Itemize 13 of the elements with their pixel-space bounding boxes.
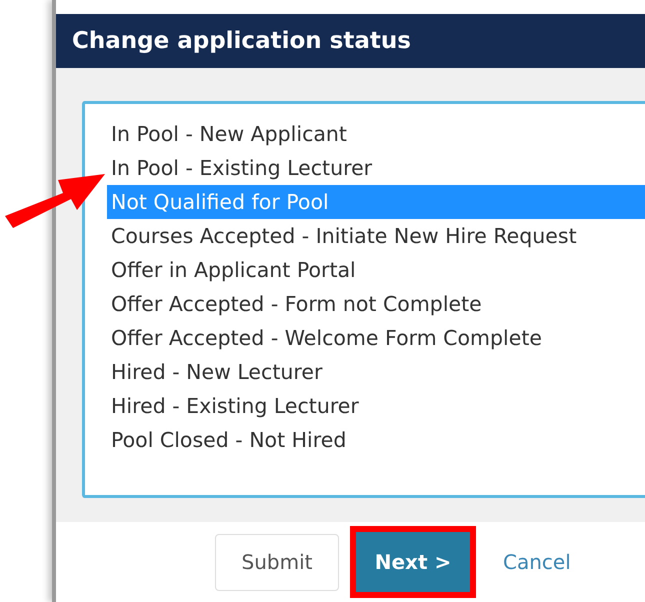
submit-button[interactable]: Submit (215, 534, 339, 590)
status-option[interactable]: In Pool - Existing Lecturer (107, 151, 645, 185)
status-option[interactable]: In Pool - New Applicant (107, 117, 645, 151)
status-option[interactable]: Courses Accepted - Initiate New Hire Request (107, 219, 645, 253)
status-option[interactable]: Offer Accepted - Welcome Form Complete (107, 321, 645, 355)
next-button[interactable]: Next > (356, 532, 470, 592)
status-option[interactable]: Hired - New Lecturer (107, 355, 645, 389)
status-option[interactable]: Offer Accepted - Form not Complete (107, 287, 645, 321)
dialog-title: Change application status (56, 14, 645, 68)
cancel-link[interactable]: Cancel (487, 550, 587, 574)
status-option[interactable]: Pool Closed - Not Hired (107, 423, 645, 457)
status-option[interactable]: Hired - Existing Lecturer (107, 389, 645, 423)
status-option[interactable]: Offer in Applicant Portal (107, 253, 645, 287)
